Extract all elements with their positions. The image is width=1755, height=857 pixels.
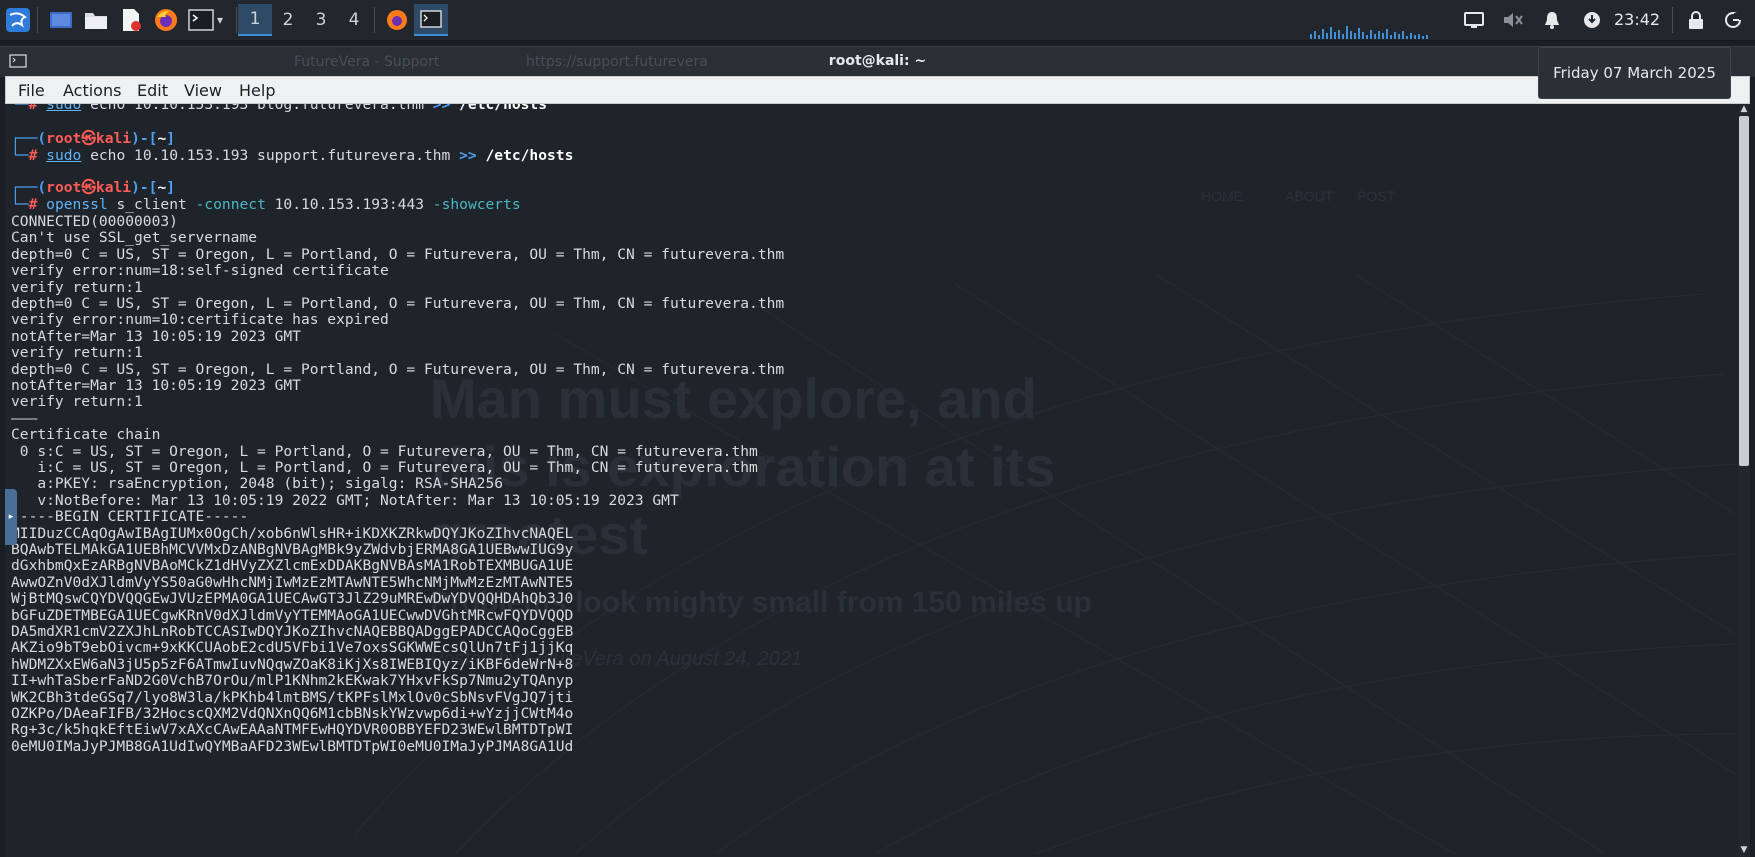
output-line: depth=0 C = US, ST = Oregon, L = Portlan…	[11, 245, 785, 263]
notifications-icon[interactable]	[1536, 4, 1568, 36]
output-line: ———	[11, 409, 38, 427]
scroll-up-icon[interactable]: ▲	[1738, 104, 1750, 116]
output-line: verify return:1	[11, 278, 143, 296]
output-line: v:NotBefore: Mar 13 10:05:19 2022 GMT; N…	[11, 491, 679, 509]
terminal-dropdown-icon[interactable]: ▾	[210, 4, 230, 36]
output-line: dGxhbmQxEzARBgNVBAoMCkZ1dHVyZXZlcmExDDAK…	[11, 557, 574, 575]
network-icon[interactable]	[1458, 4, 1490, 36]
lock-icon[interactable]	[1680, 4, 1712, 36]
terminal-task-icon[interactable]	[414, 4, 448, 36]
workspace-1[interactable]: 1	[238, 4, 272, 36]
output-line: AwwOZnV0dXJldmVyYS50aG0wHhcNMjIwMzEzMTAw…	[11, 573, 574, 591]
prompt-2: ┌──(root㉿kali)-[~]	[11, 130, 176, 147]
output-line: i:C = US, ST = Oregon, L = Portland, O =…	[11, 459, 758, 476]
command-line-3: └─# openssl s_client -connect 10.10.153.…	[11, 196, 521, 213]
output-line: 0 s:C = US, ST = Oregon, L = Portland, O…	[11, 442, 758, 460]
prompt-3: ┌──(root㉿kali)-[~]	[11, 179, 176, 196]
menu-bar: File Actions Edit View Help	[5, 76, 1750, 104]
output-line: Rg+3c/k5hqkEftEiwV7xAXcCAwEAAaNTMFEwHQYD…	[11, 721, 574, 739]
text-editor-icon[interactable]	[115, 4, 147, 36]
output-line: -----BEGIN CERTIFICATE-----	[11, 508, 249, 526]
firefox-icon[interactable]	[150, 4, 182, 36]
workspace-3[interactable]: 3	[304, 4, 338, 36]
menu-actions[interactable]: Actions	[63, 81, 121, 100]
scroll-thumb[interactable]	[1739, 116, 1749, 466]
menu-edit[interactable]: Edit	[137, 81, 168, 100]
cpu-graph	[1310, 26, 1428, 39]
output-line: II+whTaSberFaND2G0VchB7OrOu/mlP1KNhm2kEK…	[11, 672, 574, 690]
menu-view[interactable]: View	[184, 81, 222, 100]
top-panel: ▾ 1 2 3 4 23:42	[0, 0, 1755, 41]
window-title: root@kali: ~	[828, 53, 927, 69]
firefox-task-icon[interactable]	[381, 4, 413, 36]
output-line: Certificate chain	[11, 426, 161, 444]
output-line: verify error:num=18:self-signed certific…	[11, 262, 389, 280]
command-line-2: └─# sudo echo 10.10.153.193 support.futu…	[11, 147, 574, 164]
output-line: a:PKEY: rsaEncryption, 2048 (bit); sigal…	[11, 475, 504, 493]
command-line-1: └─# sudo echo 10.10.153.193 blog.futurev…	[11, 104, 548, 113]
ghost-nav-post: POST	[1357, 188, 1396, 204]
date-tooltip: Friday 07 March 2025	[1538, 47, 1731, 99]
output-line: verify return:1	[11, 393, 143, 411]
output-line: AKZio9bT9ebOivcm+9xKKCUAobE2cdU5VFbi1Ve7…	[11, 639, 574, 657]
ghost-nav-about: ABOUT	[1285, 188, 1334, 204]
window-titlebar[interactable]: FutureVera - Support https://support.fut…	[0, 46, 1755, 77]
output-line: bGFuZDETMBEGA1UECgwKRnV0dXJldmVyYTEMMAoG…	[11, 606, 574, 624]
output-line: verify error:num=10:certificate has expi…	[11, 311, 389, 329]
output-line: CONNECTED(00000003)	[11, 213, 178, 230]
output-line: BQAwbTELMAkGA1UEBhMCVVMxDzANBgNVBAgMBk9y…	[11, 541, 574, 558]
ghost-nav-home: HOME	[1201, 188, 1243, 204]
show-desktop-icon[interactable]	[45, 4, 77, 36]
scroll-down-icon[interactable]: ▼	[1738, 845, 1750, 857]
workspace-2[interactable]: 2	[271, 4, 305, 36]
workspace-4[interactable]: 4	[337, 4, 371, 36]
output-line: WjBtMQswCQYDVQQGEwJVUzEPMA0GA1UECAwGT3Jl…	[11, 590, 574, 608]
output-line: depth=0 C = US, ST = Oregon, L = Portlan…	[11, 360, 785, 378]
output-line: Can't use SSL_get_servername	[11, 229, 258, 247]
power-icon[interactable]	[1717, 4, 1749, 36]
output-line: hWDMZXxEW6aN3jU5p5zF6ATmwIuvNQqwZOaK8iKj…	[11, 655, 574, 673]
updates-icon[interactable]	[1576, 4, 1608, 36]
output-line: depth=0 C = US, ST = Oregon, L = Portlan…	[11, 295, 785, 312]
output-line: OZKPo/DAeaFIFB/32HocscQXM2VdQNXnQQ6M1cbB…	[11, 705, 574, 722]
panel-clock[interactable]: 23:42	[1614, 10, 1660, 29]
output-line: 0eMU0IMaJyPJMB8GA1UdIwQYMBaAFD23WEwlBMTD…	[11, 737, 574, 755]
output-line: notAfter=Mar 13 10:05:19 2023 GMT	[11, 377, 301, 394]
side-panel-handle[interactable]: ▸	[5, 489, 17, 545]
kali-menu-icon[interactable]	[2, 4, 34, 36]
menu-help[interactable]: Help	[239, 81, 275, 100]
output-line: DA5mdXR1cmV2ZXJhLnRobTCCASIwDQYJKoZIhvcN…	[11, 623, 574, 640]
terminal-output[interactable]: HOME ABOUT POST Man must explore, and th…	[5, 104, 1738, 857]
output-line: verify return:1	[11, 344, 143, 362]
file-manager-icon[interactable]	[80, 4, 112, 36]
volume-muted-icon[interactable]	[1497, 4, 1529, 36]
output-line: notAfter=Mar 13 10:05:19 2023 GMT	[11, 327, 301, 345]
menu-file[interactable]: File	[18, 81, 45, 100]
output-line: MIIDuzCCAqOgAwIBAgIUMx0OgCh/xob6nWlsHR+i…	[11, 524, 574, 542]
output-line: WK2CBh3tdeGSq7/lyo8W3la/kPKhb4lmtBMS/tKP…	[11, 688, 574, 706]
terminal-scrollbar[interactable]: ▲ ▼	[1738, 104, 1750, 857]
